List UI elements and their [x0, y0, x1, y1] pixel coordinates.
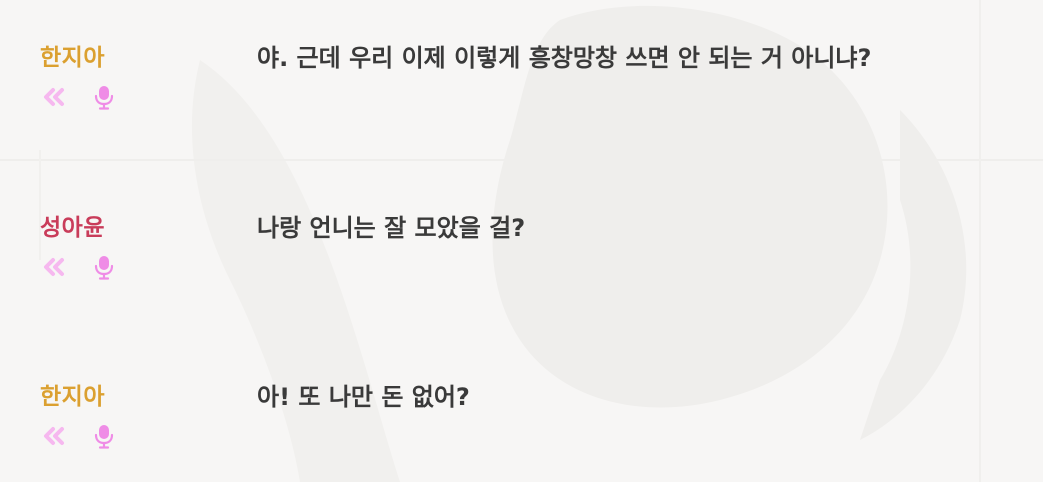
dialogue-log: 한지아 야. 근데 우리 이제 이렇게 흥창망창 쓰면 안 되는 거 아니냐? … — [0, 0, 1043, 482]
entry-controls — [40, 254, 130, 280]
voice-play-button[interactable] — [90, 84, 118, 110]
double-chevron-left-icon — [44, 427, 64, 445]
dialogue-text: 아! 또 나만 돈 없어? — [257, 383, 470, 411]
entry-controls — [40, 84, 130, 110]
dialogue-entry: 한지아 야. 근데 우리 이제 이렇게 흥창망창 쓰면 안 되는 거 아니냐? — [0, 42, 1043, 142]
dialogue-entry: 성아윤 나랑 언니는 잘 모았을 걸? — [0, 212, 1043, 312]
voice-play-button[interactable] — [90, 254, 118, 280]
replay-button[interactable] — [40, 423, 68, 449]
double-chevron-left-icon — [44, 88, 64, 106]
entry-controls — [40, 423, 130, 449]
double-chevron-left-icon — [44, 258, 64, 276]
replay-button[interactable] — [40, 84, 68, 110]
microphone-icon — [94, 256, 114, 280]
replay-button[interactable] — [40, 254, 68, 280]
speaker-name: 한지아 — [40, 45, 105, 71]
microphone-icon — [94, 86, 114, 110]
speaker-name: 한지아 — [40, 384, 105, 410]
speaker-name: 성아윤 — [40, 215, 105, 241]
dialogue-entry: 한지아 아! 또 나만 돈 없어? — [0, 381, 1043, 481]
voice-play-button[interactable] — [90, 423, 118, 449]
dialogue-text: 야. 근데 우리 이제 이렇게 흥창망창 쓰면 안 되는 거 아니냐? — [257, 44, 872, 72]
dialogue-text: 나랑 언니는 잘 모았을 걸? — [257, 214, 526, 242]
microphone-icon — [94, 425, 114, 449]
